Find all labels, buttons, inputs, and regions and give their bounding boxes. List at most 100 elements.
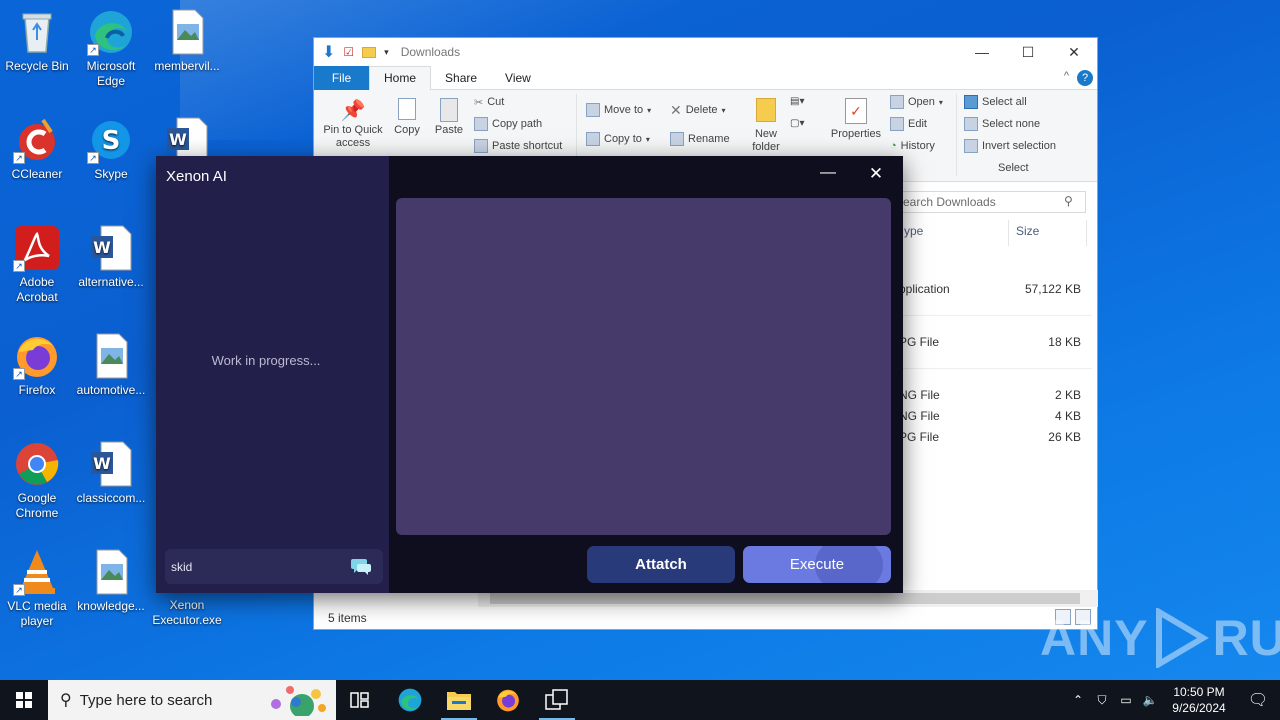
copy-icon: [392, 98, 422, 124]
delete-x-icon: ✕: [670, 101, 682, 118]
ribbon-tabs: File Home Share View ^ ?: [314, 65, 1097, 91]
edit-icon: [890, 117, 904, 131]
ribbon-group-label: Select: [998, 162, 1029, 174]
taskbar-search[interactable]: ⚲ Type here to search: [48, 680, 336, 720]
xenon-ai-window[interactable]: Xenon AI Work in progress... skid — ✕ At…: [156, 156, 903, 593]
app-title: Xenon AI: [166, 168, 227, 185]
close-button[interactable]: ✕: [866, 164, 886, 184]
taskbar-firefox[interactable]: [484, 680, 532, 720]
paste-button[interactable]: Paste: [434, 98, 464, 136]
select-all-button[interactable]: Select all: [964, 92, 1027, 112]
tab-view[interactable]: View: [491, 66, 545, 90]
desktop-icon-xenon-executor[interactable]: Xenon Executor.exe: [150, 598, 224, 628]
folder-icon: [362, 46, 377, 58]
pin-icon: 📌: [340, 100, 366, 122]
copy-to-button[interactable]: Copy to ▾: [586, 129, 650, 149]
easy-access-icon[interactable]: ▢▾: [790, 118, 804, 129]
taskbar-xenon[interactable]: [533, 680, 581, 720]
network-icon[interactable]: ▭: [1114, 693, 1138, 707]
notification-icon[interactable]: 🗨: [1236, 690, 1280, 710]
paste-shortcut-button[interactable]: Paste shortcut: [474, 136, 562, 156]
new-folder-button[interactable]: New folder: [748, 98, 784, 154]
svg-text:W: W: [93, 454, 111, 473]
tab-home[interactable]: Home: [369, 65, 432, 91]
pin-quick-access-button[interactable]: 📌 Pin to Quick access: [320, 98, 386, 150]
wip-message: Work in progress...: [211, 353, 321, 368]
status-item-count: 5 items: [328, 611, 367, 625]
search-icon: ⚲: [1064, 194, 1073, 208]
new-item-icon[interactable]: ▤▾: [790, 96, 804, 107]
execute-label: Execute: [789, 556, 845, 573]
column-size[interactable]: Size: [1016, 224, 1039, 238]
edit-button[interactable]: Edit: [890, 114, 927, 134]
svg-text:S: S: [102, 126, 121, 156]
user-panel[interactable]: skid: [165, 549, 383, 584]
maximize-button[interactable]: ☐: [1005, 44, 1051, 61]
desktop-icon-knowledge[interactable]: knowledge...: [74, 548, 148, 614]
rename-button[interactable]: Rename: [670, 129, 730, 149]
desktop-icon-classiccom[interactable]: W classiccom...: [74, 440, 148, 506]
search-input[interactable]: earch Downloads: [896, 191, 1086, 213]
chevron-down-icon[interactable]: ▾: [384, 47, 389, 58]
taskbar-file-explorer[interactable]: [435, 680, 483, 720]
username: skid: [171, 559, 193, 574]
desktop-icon-acrobat[interactable]: ↗ Adobe Acrobat: [0, 224, 74, 305]
taskbar-edge[interactable]: [386, 680, 434, 720]
desktop-icon-alternative[interactable]: W alternative...: [74, 224, 148, 290]
volume-icon[interactable]: 🔈: [1138, 693, 1162, 707]
select-none-button[interactable]: Select none: [964, 114, 1040, 134]
desktop-icon-automotive[interactable]: automotive...: [74, 332, 148, 398]
minimize-button[interactable]: —: [959, 44, 1005, 61]
task-view-button[interactable]: [336, 680, 384, 720]
close-button[interactable]: ✕: [1051, 44, 1097, 61]
invert-selection-button[interactable]: Invert selection: [964, 136, 1056, 156]
search-icon: ⚲: [60, 692, 72, 709]
desktop-icon-firefox[interactable]: ↗ Firefox: [0, 332, 74, 398]
chat-bubble-icon[interactable]: [351, 557, 371, 575]
system-tray: ⌃ ⛉ ▭ 🔈 10:50 PM 9/26/2024 🗨: [1066, 680, 1280, 720]
chevron-up-icon[interactable]: ⌃: [1066, 693, 1090, 707]
execute-button[interactable]: Execute: [743, 546, 891, 583]
taskbar: ⚲ Type here to search ⌃ ⛉ ▭ 🔈 10:50 PM 9…: [0, 680, 1280, 720]
svg-text:W: W: [93, 238, 111, 257]
copy-button[interactable]: Copy: [392, 98, 422, 136]
delete-button[interactable]: ✕ Delete ▾: [670, 100, 726, 120]
word-doc-icon: W: [87, 224, 135, 272]
select-all-icon: [964, 95, 978, 109]
properties-qa-icon[interactable]: ☑: [343, 45, 354, 59]
invert-selection-icon: [964, 139, 978, 153]
open-button[interactable]: Open ▾: [890, 92, 943, 112]
explorer-titlebar[interactable]: ⬇ ☑ ▾ Downloads — ☐ ✕: [314, 38, 1097, 66]
desktop-icon-skype[interactable]: S ↗ Skype: [74, 116, 148, 182]
collapse-ribbon-icon[interactable]: ^: [1064, 70, 1069, 82]
move-to-icon: [586, 103, 600, 117]
help-icon[interactable]: ?: [1077, 70, 1093, 86]
rename-icon: [670, 132, 684, 146]
start-button[interactable]: [0, 680, 48, 720]
image-file-icon: [87, 332, 135, 380]
attach-button[interactable]: Attatch: [587, 546, 735, 583]
security-icon[interactable]: ⛉: [1090, 693, 1114, 708]
tab-file[interactable]: File: [314, 65, 369, 90]
acrobat-icon: ↗: [13, 224, 61, 272]
desktop-icon-vlc[interactable]: ↗ VLC media player: [0, 548, 74, 629]
desktop-icon-edge[interactable]: ↗ Microsoft Edge: [74, 8, 148, 89]
paste-shortcut-icon: [474, 139, 488, 153]
search-highlight-icon: [266, 684, 328, 718]
history-button[interactable]: ◔ History: [890, 136, 935, 156]
clock[interactable]: 10:50 PM 9/26/2024: [1162, 684, 1236, 716]
svg-text:W: W: [169, 130, 187, 149]
desktop-icon-chrome[interactable]: Google Chrome: [0, 440, 74, 521]
desktop-icon-membervil[interactable]: membervil...: [150, 8, 224, 74]
minimize-button[interactable]: —: [818, 164, 838, 184]
move-to-button[interactable]: Move to ▾: [586, 100, 651, 120]
copy-path-button[interactable]: Copy path: [474, 114, 542, 134]
properties-button[interactable]: ✓ Properties: [828, 98, 884, 140]
desktop-icon-recycle-bin[interactable]: Recycle Bin: [0, 8, 74, 74]
desktop-icon-ccleaner[interactable]: ↗ CCleaner: [0, 116, 74, 182]
column-type[interactable]: ype: [904, 224, 923, 238]
new-folder-icon: [748, 98, 784, 128]
script-editor[interactable]: [396, 198, 891, 535]
cut-button[interactable]: ✂ Cut: [474, 92, 504, 112]
tab-share[interactable]: Share: [431, 66, 491, 90]
